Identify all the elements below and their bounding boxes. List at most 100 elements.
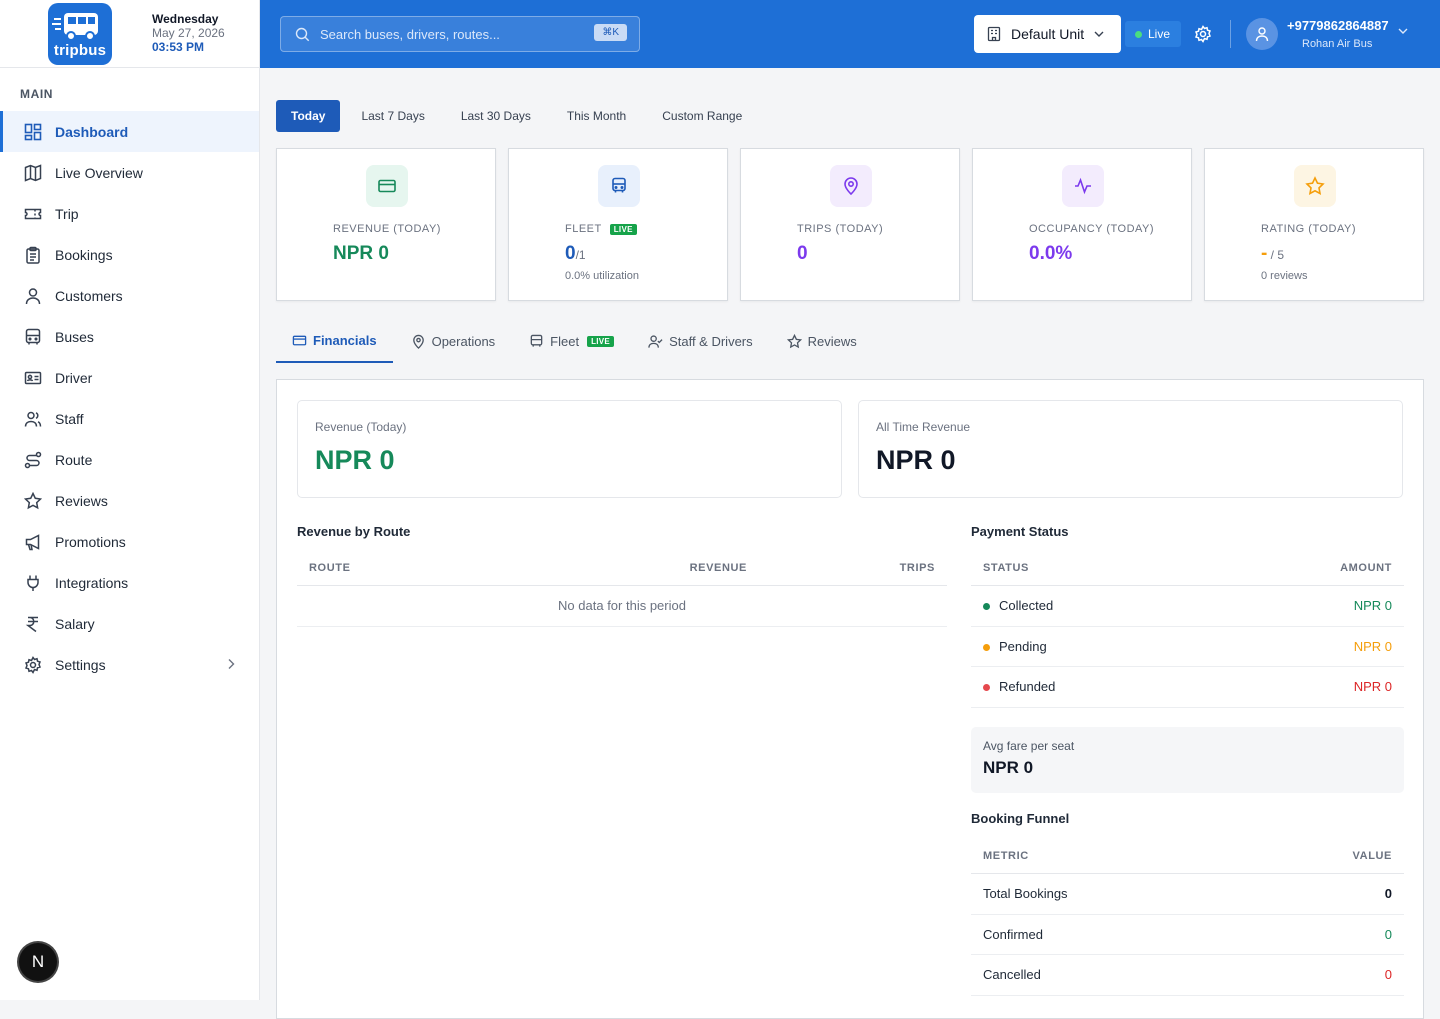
financials-panel: Revenue (Today) NPR 0 All Time Revenue N… bbox=[276, 379, 1424, 1019]
revenue-card[interactable]: REVENUE (TODAY) NPR 0 bbox=[276, 148, 496, 301]
chevron-right-icon bbox=[228, 659, 235, 669]
time-text: 03:53 PM bbox=[152, 40, 205, 54]
col-value: VALUE bbox=[1352, 849, 1392, 862]
avatar[interactable] bbox=[1246, 18, 1278, 50]
user-menu-chevron-icon[interactable] bbox=[1398, 28, 1408, 34]
sidebar-item-staff[interactable]: Staff bbox=[0, 398, 259, 439]
range-custom[interactable]: Custom Range bbox=[647, 100, 757, 132]
sidebar-item-label: Route bbox=[55, 451, 93, 468]
tab-label: Staff & Drivers bbox=[669, 334, 753, 349]
table-row: Collected NPR 0 bbox=[971, 586, 1404, 627]
range-this-month[interactable]: This Month bbox=[552, 100, 641, 132]
live-dot bbox=[1135, 30, 1142, 38]
booking-funnel-table: METRIC VALUE Total Bookings 0 Confirmed … bbox=[971, 838, 1404, 996]
sidebar-item-live-overview[interactable]: Live Overview bbox=[0, 152, 259, 193]
trips-card[interactable]: TRIPS (TODAY) 0 bbox=[740, 148, 960, 301]
topbar-divider bbox=[1230, 20, 1231, 48]
sidebar-item-customers[interactable]: Customers bbox=[0, 275, 259, 316]
table-row: Confirmed 0 bbox=[971, 915, 1404, 955]
amount-cell: NPR 0 bbox=[1353, 598, 1392, 614]
sidebar-item-label: Integrations bbox=[55, 574, 129, 591]
fleet-total: /1 bbox=[575, 248, 586, 262]
sidebar-item-label: Dashboard bbox=[55, 123, 129, 140]
sidebar: tripbus Wednesday May 27, 2026 03:53 PM … bbox=[0, 0, 260, 1000]
value-cell: 0 bbox=[1384, 967, 1392, 983]
col-amount: AMOUNT bbox=[1340, 561, 1392, 574]
kpi-cards: REVENUE (TODAY) NPR 0 FLEET LIVE 0/1 0.0%… bbox=[276, 148, 1424, 301]
all-time-revenue-box: All Time Revenue NPR 0 bbox=[858, 400, 1403, 498]
table-row: Total Bookings 0 bbox=[971, 874, 1404, 915]
fleet-label: FLEET bbox=[565, 223, 602, 235]
user-phone[interactable]: +9779862864887 bbox=[1287, 18, 1389, 33]
tab-label: Reviews bbox=[807, 334, 857, 349]
fleet-value-row: 0/1 bbox=[565, 243, 586, 265]
sidebar-item-label: Driver bbox=[55, 369, 93, 386]
metric-cell: Total Bookings bbox=[983, 886, 1068, 902]
revenue-by-route-title: Revenue by Route bbox=[297, 524, 411, 539]
live-status-badge[interactable]: Live bbox=[1125, 21, 1181, 47]
revenue-today-label: Revenue (Today) bbox=[315, 420, 407, 434]
sidebar-item-integrations[interactable]: Integrations bbox=[0, 562, 259, 603]
col-metric: METRIC bbox=[983, 849, 1029, 862]
occupancy-label: OCCUPANCY (TODAY) bbox=[1029, 223, 1155, 235]
sidebar-item-trip[interactable]: Trip bbox=[0, 193, 259, 234]
sidebar-item-buses[interactable]: Buses bbox=[0, 316, 259, 357]
nav-section-label: MAIN bbox=[20, 87, 54, 101]
col-trips: TRIPS bbox=[899, 561, 935, 574]
tab-label: Financials bbox=[313, 333, 377, 348]
credit-card-icon bbox=[366, 165, 408, 207]
range-last-7-days[interactable]: Last 7 Days bbox=[346, 100, 439, 132]
sidebar-item-driver[interactable]: Driver bbox=[0, 357, 259, 398]
tab-staff-drivers[interactable]: Staff & Drivers bbox=[632, 320, 769, 363]
sidebar-item-label: Live Overview bbox=[55, 164, 143, 181]
range-today[interactable]: Today bbox=[276, 100, 341, 132]
sidebar-item-salary[interactable]: Salary bbox=[0, 603, 259, 644]
n-devtools-button[interactable]: N bbox=[19, 943, 57, 981]
range-last-30-days[interactable]: Last 30 Days bbox=[446, 100, 546, 132]
fleet-utilization: 0.0% utilization bbox=[565, 270, 639, 282]
tripbus-logo[interactable]: tripbus bbox=[48, 3, 112, 65]
sidebar-item-route[interactable]: Route bbox=[0, 439, 259, 480]
rating-value-row: - / 5 bbox=[1261, 243, 1284, 265]
settings-gear-icon[interactable] bbox=[1194, 25, 1212, 43]
sidebar-item-dashboard[interactable]: Dashboard bbox=[0, 111, 259, 152]
search-icon bbox=[295, 27, 310, 41]
tab-reviews[interactable]: Reviews bbox=[771, 320, 873, 363]
sidebar-item-promotions[interactable]: Promotions bbox=[0, 521, 259, 562]
fleet-card[interactable]: FLEET LIVE 0/1 0.0% utilization bbox=[508, 148, 728, 301]
all-time-revenue-value: NPR 0 bbox=[876, 445, 956, 475]
sidebar-item-label: Buses bbox=[55, 328, 94, 345]
unit-selector[interactable]: Default Unit bbox=[974, 15, 1121, 53]
user-name: Rohan Air Bus bbox=[1302, 38, 1373, 50]
sidebar-item-bookings[interactable]: Bookings bbox=[0, 234, 259, 275]
occupancy-card[interactable]: OCCUPANCY (TODAY) 0.0% bbox=[972, 148, 1192, 301]
dashboard-tabs: Financials Operations Fleet LIVE Staff &… bbox=[276, 320, 1424, 363]
fleet-live-badge: LIVE bbox=[609, 223, 637, 235]
rating-card[interactable]: RATING (TODAY) - / 5 0 reviews bbox=[1204, 148, 1424, 301]
amount-cell: NPR 0 bbox=[1353, 638, 1392, 654]
tab-operations[interactable]: Operations bbox=[395, 320, 512, 363]
search-input[interactable]: Search buses, drivers, routes... ⌘K bbox=[280, 16, 640, 52]
trips-value: 0 bbox=[797, 243, 808, 264]
tab-label: Fleet bbox=[550, 334, 580, 349]
revenue-by-route-table: ROUTE REVENUE TRIPS No data for this per… bbox=[297, 550, 947, 627]
current-date: Wednesday May 27, 2026 03:53 PM bbox=[152, 12, 225, 54]
tab-fleet[interactable]: Fleet LIVE bbox=[513, 320, 630, 363]
table-row: Cancelled 0 bbox=[971, 955, 1404, 996]
megaphone-icon bbox=[24, 533, 42, 551]
tab-financials[interactable]: Financials bbox=[276, 320, 393, 363]
plug-icon bbox=[24, 574, 42, 592]
users-icon bbox=[24, 410, 42, 428]
sidebar-item-label: Reviews bbox=[55, 492, 108, 509]
sidebar-item-settings[interactable]: Settings bbox=[0, 644, 259, 685]
ticket-icon bbox=[24, 205, 42, 223]
empty-message: No data for this period bbox=[558, 598, 686, 614]
sidebar-item-reviews[interactable]: Reviews bbox=[0, 480, 259, 521]
rating-label: RATING (TODAY) bbox=[1261, 223, 1356, 235]
top-bar: Search buses, drivers, routes... ⌘K Defa… bbox=[260, 0, 1440, 68]
table-row: Refunded NPR 0 bbox=[971, 667, 1404, 708]
status-label: Pending bbox=[999, 638, 1047, 654]
col-revenue: REVENUE bbox=[689, 561, 747, 574]
collected-dot bbox=[983, 603, 990, 611]
status-label: Collected bbox=[999, 598, 1054, 614]
